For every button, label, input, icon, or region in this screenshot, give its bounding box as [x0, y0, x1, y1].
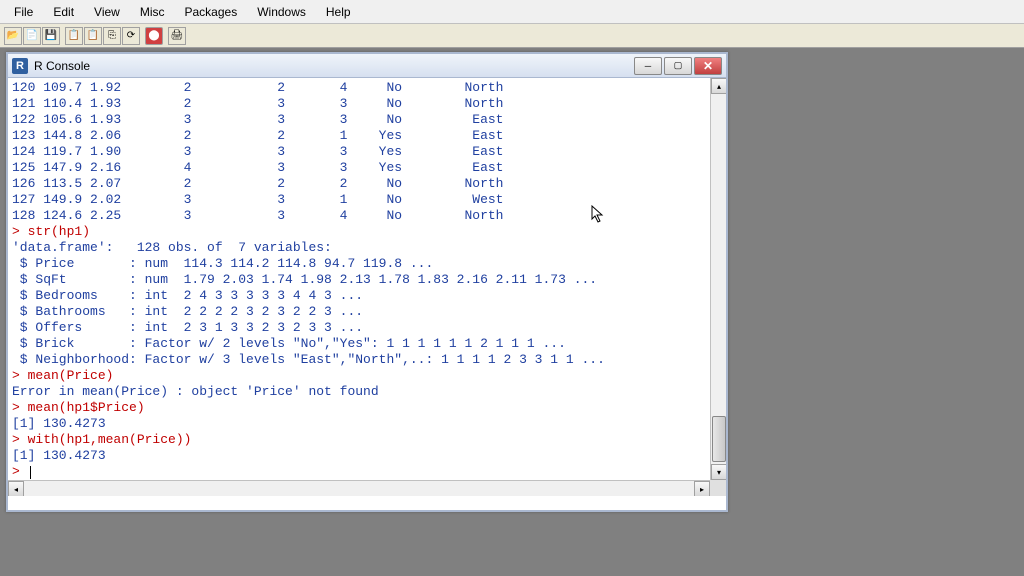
toolbar: 📂 📄 💾 📋 📋 ⎘ ⟳ ⬤ 🖨	[0, 24, 1024, 48]
print-button[interactable]: 🖨	[168, 27, 186, 45]
menu-windows[interactable]: Windows	[247, 2, 316, 22]
paste-button[interactable]: 📋	[84, 27, 102, 45]
menu-edit[interactable]: Edit	[43, 2, 84, 22]
menu-help[interactable]: Help	[316, 2, 361, 22]
console-window: R R Console ─ ▢ ✕ 120 109.7 1.92 2 2 4 N…	[6, 52, 728, 512]
horizontal-scrollbar[interactable]: ◂ ▸	[8, 480, 710, 496]
scroll-down-button[interactable]: ▾	[711, 464, 726, 480]
scroll-right-button[interactable]: ▸	[694, 481, 710, 496]
stop-button[interactable]: ⬤	[145, 27, 163, 45]
mdi-area: R R Console ─ ▢ ✕ 120 109.7 1.92 2 2 4 N…	[0, 48, 1024, 576]
window-title: R Console	[34, 59, 632, 73]
console-body: 120 109.7 1.92 2 2 4 No North 121 110.4 …	[8, 78, 726, 496]
scroll-thumb-v[interactable]	[712, 416, 726, 462]
scroll-corner	[710, 480, 726, 496]
copy-button[interactable]: 📋	[65, 27, 83, 45]
open-button[interactable]: 📂	[4, 27, 22, 45]
menubar: File Edit View Misc Packages Windows Hel…	[0, 0, 1024, 24]
title-bar[interactable]: R R Console ─ ▢ ✕	[8, 54, 726, 78]
scroll-up-button[interactable]: ▴	[711, 78, 726, 94]
menu-misc[interactable]: Misc	[130, 2, 175, 22]
copy-paste-button[interactable]: ⎘	[103, 27, 121, 45]
scroll-left-button[interactable]: ◂	[8, 481, 24, 496]
save-button[interactable]: 💾	[42, 27, 60, 45]
minimize-button[interactable]: ─	[634, 57, 662, 75]
maximize-button[interactable]: ▢	[664, 57, 692, 75]
vertical-scrollbar[interactable]: ▴ ▾	[710, 78, 726, 480]
console-output[interactable]: 120 109.7 1.92 2 2 4 No North 121 110.4 …	[8, 78, 726, 480]
menu-packages[interactable]: Packages	[175, 2, 248, 22]
refresh-button[interactable]: ⟳	[122, 27, 140, 45]
load-button[interactable]: 📄	[23, 27, 41, 45]
r-icon: R	[12, 58, 28, 74]
close-button[interactable]: ✕	[694, 57, 722, 75]
menu-view[interactable]: View	[84, 2, 130, 22]
menu-file[interactable]: File	[4, 2, 43, 22]
